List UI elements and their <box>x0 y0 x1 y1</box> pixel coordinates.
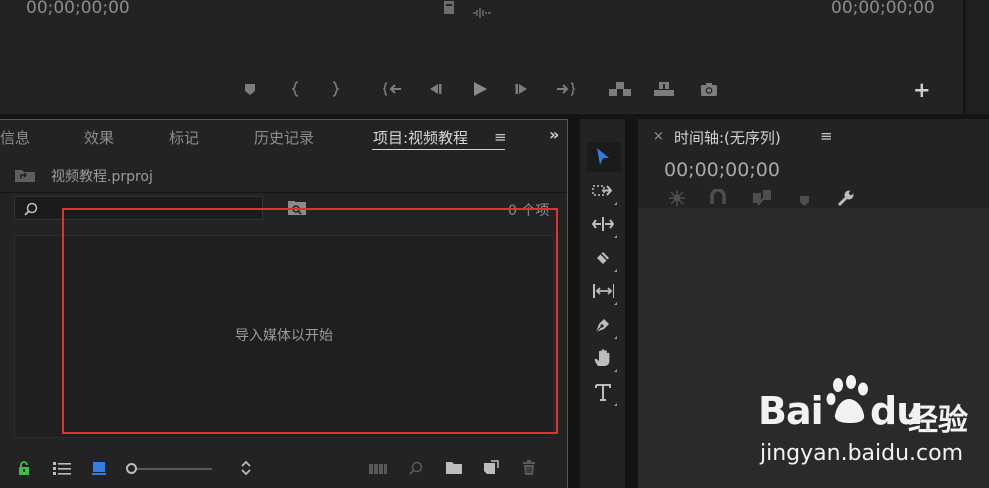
tools-panel <box>580 119 625 488</box>
marker-icon[interactable] <box>243 80 257 98</box>
new-search-bin-icon[interactable] <box>287 200 307 220</box>
baidu-jingyan-watermark: Bai du 经验 jingyan.baidu.com <box>758 375 989 488</box>
lock-icon[interactable] <box>18 460 30 479</box>
snap-magnet-icon[interactable] <box>710 188 726 209</box>
panel-menu-icon[interactable]: ≡ <box>820 127 833 145</box>
active-tab-underline <box>372 149 505 150</box>
overwrite-icon[interactable] <box>653 80 675 98</box>
pen-tool-icon[interactable] <box>592 314 617 339</box>
slip-tool-icon[interactable] <box>592 280 617 305</box>
mark-out-icon[interactable] <box>330 80 340 98</box>
automate-to-sequence-icon[interactable] <box>368 460 388 479</box>
mark-in-icon[interactable] <box>291 80 301 98</box>
panel-gutter[interactable] <box>625 119 638 488</box>
duration-timecode[interactable]: 00;00;00;00 <box>831 0 935 18</box>
tab-overflow-icon[interactable]: » <box>549 125 559 144</box>
media-drop-area[interactable]: 导入媒体以开始 <box>14 235 554 438</box>
project-file-name: 视频教程.prproj <box>51 169 153 185</box>
divider <box>0 192 567 193</box>
panel-menu-icon[interactable]: ≡ <box>494 128 507 146</box>
watermark-brand-jingyan: 经验 <box>908 403 968 438</box>
sort-icon[interactable] <box>240 460 252 480</box>
folder-up-icon[interactable] <box>14 167 36 187</box>
type-tool-icon[interactable] <box>592 381 617 406</box>
paw-logo-icon <box>825 375 873 431</box>
hand-tool-icon[interactable] <box>592 347 617 372</box>
watermark-brand-bai: Bai <box>758 389 824 433</box>
import-media-hint: 导入媒体以开始 <box>235 328 333 344</box>
program-monitor: 00;00;00;00 00;00;00;00 + <box>0 0 989 114</box>
zoom-slider-handle[interactable] <box>126 463 137 474</box>
watermark-url: jingyan.baidu.com <box>760 441 964 466</box>
timeline-timecode[interactable]: 00;00;00;00 <box>664 159 780 181</box>
project-path-row: 视频教程.prproj <box>0 156 567 192</box>
trash-icon[interactable] <box>522 460 536 480</box>
selection-tool-icon[interactable] <box>592 146 614 168</box>
tab-history[interactable]: 历史记录 <box>254 127 314 148</box>
razor-tool-icon[interactable] <box>592 247 617 272</box>
list-view-icon[interactable] <box>52 460 72 479</box>
track-select-tool-icon[interactable] <box>592 180 617 205</box>
close-icon[interactable]: × <box>653 129 664 144</box>
insert-icon[interactable] <box>608 80 632 98</box>
search-icon <box>24 201 38 220</box>
new-item-icon[interactable] <box>483 460 499 480</box>
button-editor-add-button[interactable]: + <box>913 80 931 101</box>
tab-info[interactable]: 信息 <box>0 127 30 148</box>
timeline-title[interactable]: 时间轴:(无序列) <box>674 127 781 148</box>
project-panel: 信息 效果 标记 历史记录 项目:视频教程 ≡ » 视频教程.prproj 0 … <box>0 119 568 488</box>
tab-effects[interactable]: 效果 <box>84 127 114 148</box>
step-forward-icon[interactable] <box>514 80 530 98</box>
search-input[interactable] <box>14 196 263 220</box>
new-bin-icon[interactable] <box>445 460 463 479</box>
step-back-icon[interactable] <box>427 80 443 98</box>
source-timecode[interactable]: 00;00;00;00 <box>26 0 130 18</box>
zoom-slider-track[interactable] <box>131 468 212 470</box>
panel-tabs: 信息 效果 标记 历史记录 项目:视频教程 ≡ » <box>0 120 567 156</box>
drop-frame-icon[interactable] <box>443 0 455 19</box>
go-to-out-icon[interactable] <box>556 80 576 98</box>
item-count: 0 个项 <box>508 203 550 219</box>
icon-view-icon[interactable] <box>91 460 107 479</box>
tab-project[interactable]: 项目:视频教程 <box>373 127 468 148</box>
find-icon[interactable] <box>409 460 423 479</box>
audio-waveform-icon[interactable] <box>472 3 492 22</box>
panel-gutter[interactable] <box>568 119 580 488</box>
tab-markers[interactable]: 标记 <box>169 127 199 148</box>
adjacent-panel <box>966 0 989 114</box>
go-to-in-icon[interactable] <box>383 80 403 98</box>
ripple-edit-tool-icon[interactable] <box>592 213 617 238</box>
play-icon[interactable] <box>471 80 489 98</box>
export-frame-icon[interactable] <box>699 80 719 98</box>
